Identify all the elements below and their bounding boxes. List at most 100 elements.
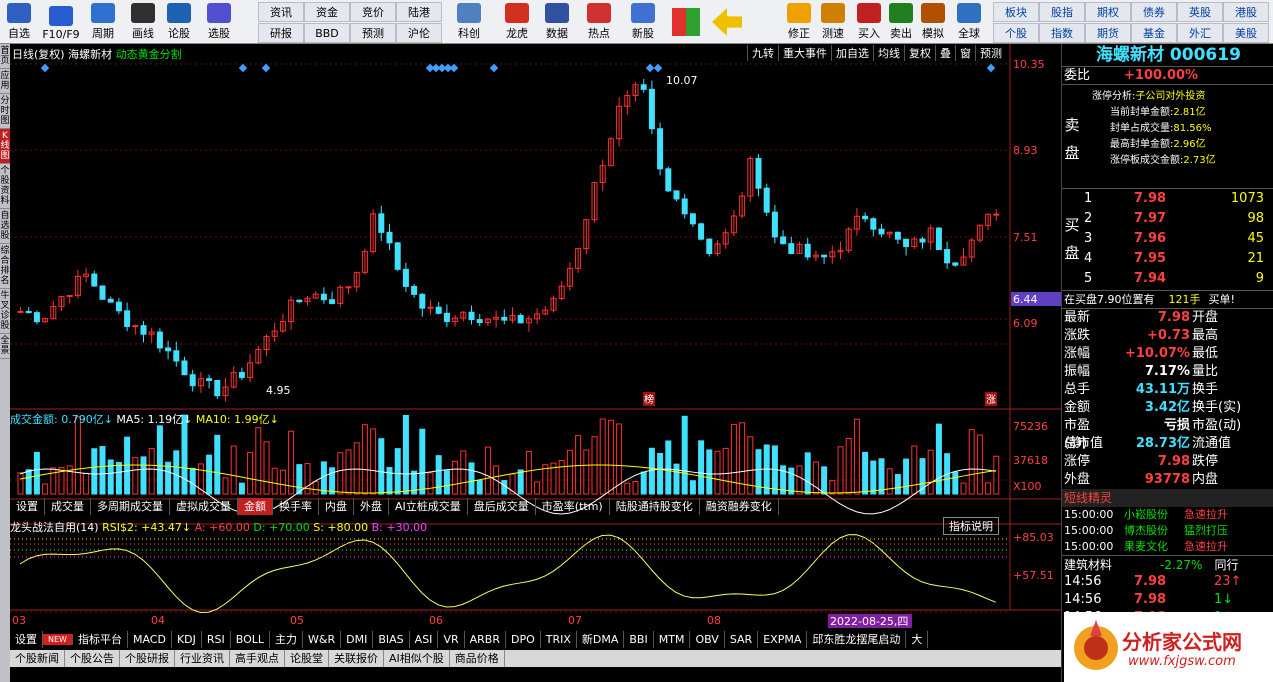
chart-btn-4[interactable]: 复权 [904, 45, 935, 61]
left-nav-3[interactable]: K线图 [0, 129, 10, 164]
kline-chart-svg[interactable]: 10.35 8.93 7.51 6.44 6.09 75236 37618 X100 +85.0… [10, 44, 1061, 648]
kline-chart-area[interactable]: 10.35 8.93 7.51 6.44 6.09 75236 37618 X100 +85.0… [10, 44, 1061, 648]
chart-btn-0[interactable]: 九转 [747, 45, 778, 61]
vol-tab-3[interactable]: 虚拟成交量 [170, 498, 238, 515]
indicator-tab-9[interactable]: DMI [341, 631, 374, 648]
indicator-tab-2[interactable]: 指标平台 [73, 631, 128, 648]
indicator-tab-6[interactable]: BOLL [231, 631, 271, 648]
news-tab-5[interactable]: 论股堂 [285, 650, 329, 667]
indicator-tab-1[interactable]: NEW [43, 634, 73, 645]
bid-row[interactable]: 1 7.98 1073 [1082, 189, 1273, 209]
toolbar-0[interactable]: 自选 [0, 0, 38, 44]
chart-btn-6[interactable]: 窗 [955, 45, 975, 61]
chart-btn-5[interactable]: 叠 [935, 45, 955, 61]
toolbar-11[interactable]: 龙虎 [498, 0, 536, 44]
event-marker[interactable]: 榜 [644, 393, 654, 406]
vol-tab-7[interactable]: 外盘 [354, 498, 389, 515]
toolbar-19[interactable]: 模拟 [914, 0, 952, 44]
vol-tab-0[interactable]: 设置 [10, 498, 45, 515]
toolbar-quick-0-1[interactable]: 资金 [304, 2, 350, 22]
left-nav-8[interactable]: 全景 [0, 334, 10, 359]
news-tab-4[interactable]: 高手观点 [230, 650, 285, 667]
indicator-tab-13[interactable]: ARBR [465, 631, 506, 648]
toolbar-15[interactable]: 修正 [780, 0, 818, 44]
color-grid-icon[interactable] [672, 8, 700, 36]
news-tab-1[interactable]: 个股公告 [65, 650, 120, 667]
left-nav-0[interactable]: 首页 [0, 44, 10, 69]
left-nav-7[interactable]: 牛叉诊股 [0, 289, 10, 334]
toolbar-16[interactable]: 测速 [814, 0, 852, 44]
toolbar-10[interactable]: 科创 [450, 0, 488, 44]
indicator-tab-15[interactable]: TRIX [541, 631, 577, 648]
indicator-tab-5[interactable]: RSI [202, 631, 231, 648]
indicator-tab-16[interactable]: 新DMA [577, 631, 625, 648]
vol-tab-11[interactable]: 陆股通持股变化 [610, 498, 700, 515]
sector-row[interactable]: 建筑材料 -2.27% 同行 [1062, 555, 1273, 573]
vol-tab-9[interactable]: 盘后成交量 [468, 498, 536, 515]
bid-row[interactable]: 4 7.95 21 [1082, 249, 1273, 269]
market-grid-0-5[interactable]: 港股 [1223, 2, 1269, 22]
toolbar-12[interactable]: 数据 [538, 0, 576, 44]
event-marker[interactable]: 涨 [986, 394, 996, 406]
bid-row[interactable]: 3 7.96 45 [1082, 229, 1273, 249]
short-row[interactable]: 15:00:00 博杰股份 猛烈打压 [1062, 523, 1273, 539]
left-nav-4[interactable]: 个股资料 [0, 164, 10, 209]
vol-tab-10[interactable]: 市盈率(ttm) [536, 498, 610, 515]
short-row[interactable]: 15:00:00 小崧股份 急速拉升 [1062, 507, 1273, 523]
indicator-tab-12[interactable]: VR [438, 631, 465, 648]
vol-tab-2[interactable]: 多周期成交量 [91, 498, 170, 515]
left-nav-1[interactable]: 应用 [0, 69, 10, 94]
chart-btn-3[interactable]: 均线 [873, 45, 904, 61]
market-grid-1-2[interactable]: 期货 [1085, 23, 1131, 43]
market-grid-0-0[interactable]: 板块 [993, 2, 1039, 22]
toolbar-quick-1-1[interactable]: BBD [304, 23, 350, 43]
indicator-tab-3[interactable]: MACD [128, 631, 172, 648]
vol-tab-4[interactable]: 金额 [238, 498, 273, 515]
indicator-tab-23[interactable]: 大 [906, 631, 929, 648]
toolbar-20[interactable]: 全球 [950, 0, 988, 44]
indicator-tab-4[interactable]: KDJ [172, 631, 202, 648]
indicator-tab-14[interactable]: DPO [506, 631, 541, 648]
indicator-tab-21[interactable]: EXPMA [758, 631, 808, 648]
back-arrow-icon[interactable] [712, 8, 742, 36]
toolbar-quick-1-3[interactable]: 沪伦 [396, 23, 442, 43]
indicator-tab-7[interactable]: 主力 [270, 631, 304, 648]
vol-tab-8[interactable]: AI立桩成交量 [389, 498, 468, 515]
indicator-tab-11[interactable]: ASI [410, 631, 439, 648]
bid-row[interactable]: 2 7.97 98 [1082, 209, 1273, 229]
news-tab-3[interactable]: 行业资讯 [175, 650, 230, 667]
vol-tab-12[interactable]: 融资融券变化 [700, 498, 779, 515]
indicator-tab-0[interactable]: 设置 [10, 631, 43, 648]
toolbar-quick-1-0[interactable]: 研报 [258, 23, 304, 43]
toolbar-14[interactable]: 新股 [624, 0, 662, 44]
news-tab-2[interactable]: 个股研报 [120, 650, 175, 667]
left-nav-5[interactable]: 自选股 [0, 209, 10, 244]
chart-overlay-name[interactable]: 动态黄金分割 [116, 48, 182, 61]
news-tab-6[interactable]: 关联报价 [329, 650, 384, 667]
toolbar-3[interactable]: 画线 [124, 0, 162, 44]
toolbar-quick-0-3[interactable]: 陆港 [396, 2, 442, 22]
market-grid-1-0[interactable]: 个股 [993, 23, 1039, 43]
vol-tab-6[interactable]: 内盘 [319, 498, 354, 515]
market-grid-0-4[interactable]: 英股 [1177, 2, 1223, 22]
indicator-tab-22[interactable]: 邱东胜龙摆尾启动 [807, 631, 907, 648]
toolbar-1[interactable]: F10/F9 [38, 0, 84, 44]
toolbar-13[interactable]: 热点 [580, 0, 618, 44]
indicator-explain-button[interactable]: 指标说明 [943, 517, 999, 535]
left-nav-6[interactable]: 综合排名 [0, 244, 10, 289]
indicator-tab-20[interactable]: SAR [725, 631, 759, 648]
indicator-tab-17[interactable]: BBI [624, 631, 654, 648]
vol-tab-5[interactable]: 换手率 [273, 498, 319, 515]
news-tab-8[interactable]: 商品价格 [450, 650, 505, 667]
toolbar-2[interactable]: 周期 [84, 0, 122, 44]
indicator-tab-18[interactable]: MTM [654, 631, 691, 648]
chart-btn-7[interactable]: 预测 [975, 45, 1006, 61]
toolbar-quick-0-2[interactable]: 竞价 [350, 2, 396, 22]
news-tab-0[interactable]: 个股新闻 [10, 650, 65, 667]
vol-tab-1[interactable]: 成交量 [45, 498, 91, 515]
short-title[interactable]: 短线精灵 [1062, 489, 1273, 507]
market-grid-1-1[interactable]: 指数 [1039, 23, 1085, 43]
news-tab-7[interactable]: AI相似个股 [384, 650, 450, 667]
market-grid-1-4[interactable]: 外汇 [1177, 23, 1223, 43]
indicator-tab-10[interactable]: BIAS [373, 631, 410, 648]
